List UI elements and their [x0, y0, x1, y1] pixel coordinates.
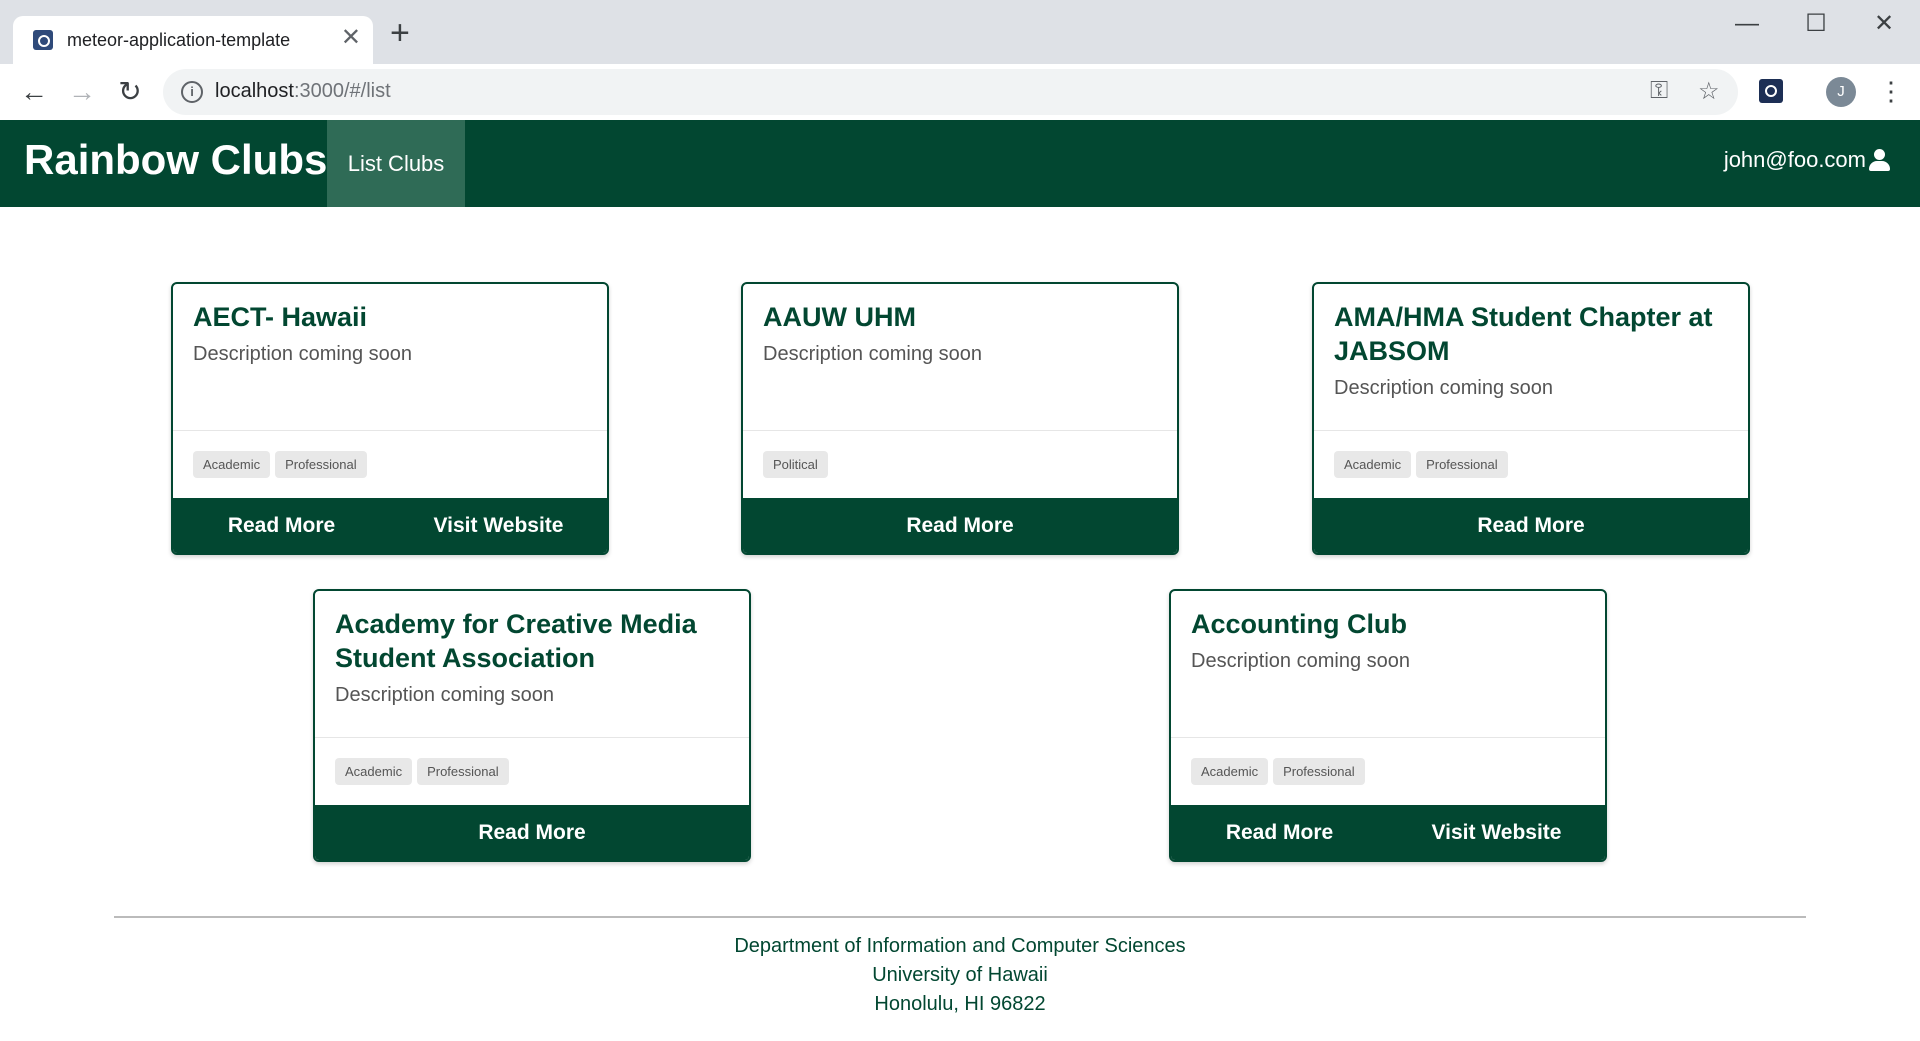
bookmark-star-icon[interactable]: ☆: [1698, 77, 1720, 106]
card-title: AAUW UHM: [763, 302, 916, 332]
visit-website-button[interactable]: Visit Website: [1388, 805, 1605, 860]
card-body: Accounting Club Description coming soon: [1171, 591, 1605, 737]
visit-website-button[interactable]: Visit Website: [390, 498, 607, 553]
card-body: Academy for Creative Media Student Assoc…: [315, 591, 749, 737]
new-tab-button[interactable]: +: [390, 16, 410, 50]
card-button-bar: Read More: [315, 805, 749, 860]
reload-icon[interactable]: ↻: [113, 76, 147, 110]
tag-label: Academic: [1334, 451, 1412, 478]
card-tags: Academic Professional: [315, 737, 749, 807]
tag-label: Professional: [275, 451, 367, 478]
browser-toolbar: ← → ↻ i localhost:3000/#/list ⚿ ☆ J ⋮: [0, 64, 1920, 120]
card-description: Description coming soon: [1191, 650, 1410, 672]
user-icon: [1868, 149, 1890, 171]
card-title: Academy for Creative Media Student Assoc…: [335, 609, 697, 673]
tag-label: Professional: [1416, 451, 1508, 478]
footer-divider: [114, 916, 1806, 918]
footer-university: University of Hawaii: [872, 964, 1048, 986]
tag-label: Professional: [1273, 758, 1365, 785]
club-card: AMA/HMA Student Chapter at JABSOM Descri…: [1312, 282, 1750, 555]
tag-label: Political: [763, 451, 828, 478]
card-button-bar: Read More: [1314, 498, 1748, 553]
browser-menu-icon[interactable]: ⋮: [1878, 74, 1904, 108]
back-arrow-icon[interactable]: ←: [17, 76, 51, 110]
club-card: AECT- Hawaii Description coming soon Aca…: [171, 282, 609, 555]
footer-department: Department of Information and Computer S…: [734, 935, 1186, 957]
nav-list-clubs[interactable]: List Clubs: [327, 120, 465, 207]
user-menu[interactable]: john@foo.com: [1724, 147, 1890, 173]
card-button-bar: Read More Visit Website: [173, 498, 607, 553]
card-body: AECT- Hawaii Description coming soon: [173, 284, 607, 430]
url-path: :3000/#/list: [293, 80, 391, 102]
browser-tab[interactable]: meteor-application-template ✕: [13, 16, 373, 64]
forward-arrow-icon[interactable]: →: [65, 76, 99, 110]
tag-label: Academic: [1191, 758, 1269, 785]
card-title: AECT- Hawaii: [193, 302, 368, 332]
meteor-extension-icon[interactable]: [1759, 79, 1783, 103]
card-description: Description coming soon: [763, 343, 982, 365]
address-bar[interactable]: i localhost:3000/#/list ⚿ ☆: [163, 69, 1738, 115]
card-button-bar: Read More Visit Website: [1171, 805, 1605, 860]
tag-label: Professional: [417, 758, 509, 785]
card-button-bar: Read More: [743, 498, 1177, 553]
maximize-icon[interactable]: ☐: [1796, 6, 1836, 42]
footer-address: Honolulu, HI 96822: [874, 993, 1046, 1015]
app-navbar: Rainbow Clubs List Clubs john@foo.com: [0, 120, 1920, 207]
browser-tabstrip: meteor-application-template ✕ + — ☐ ✕: [0, 0, 1920, 64]
card-description: Description coming soon: [1334, 377, 1553, 399]
card-description: Description coming soon: [335, 684, 554, 706]
minimize-icon[interactable]: —: [1727, 6, 1767, 42]
user-email: john@foo.com: [1723, 147, 1866, 172]
read-more-button[interactable]: Read More: [1314, 498, 1748, 553]
url-host: localhost: [215, 80, 294, 102]
tag-label: Academic: [335, 758, 413, 785]
read-more-button[interactable]: Read More: [315, 805, 749, 860]
key-icon[interactable]: ⚿: [1650, 77, 1668, 105]
tag-label: Academic: [193, 451, 271, 478]
close-tab-icon[interactable]: ✕: [341, 26, 361, 50]
card-tags: Academic Professional: [1314, 430, 1748, 500]
site-info-icon[interactable]: i: [181, 81, 203, 103]
club-card: Academy for Creative Media Student Assoc…: [313, 589, 751, 862]
card-body: AMA/HMA Student Chapter at JABSOM Descri…: [1314, 284, 1748, 430]
read-more-button[interactable]: Read More: [743, 498, 1177, 553]
club-card: AAUW UHM Description coming soon Politic…: [741, 282, 1179, 555]
read-more-button[interactable]: Read More: [1171, 805, 1388, 860]
card-title: Accounting Club: [1191, 609, 1407, 639]
footer: Department of Information and Computer S…: [0, 932, 1920, 1019]
window-close-icon[interactable]: ✕: [1864, 6, 1904, 42]
card-title: AMA/HMA Student Chapter at JABSOM: [1334, 302, 1713, 366]
read-more-button[interactable]: Read More: [173, 498, 390, 553]
club-card: Accounting Club Description coming soon …: [1169, 589, 1607, 862]
card-tags: Political: [743, 430, 1177, 500]
card-body: AAUW UHM Description coming soon: [743, 284, 1177, 430]
card-tags: Academic Professional: [173, 430, 607, 500]
card-description: Description coming soon: [193, 343, 412, 365]
profile-avatar[interactable]: J: [1826, 77, 1856, 107]
tab-title: meteor-application-template: [67, 30, 291, 50]
card-tags: Academic Professional: [1171, 737, 1605, 807]
brand-logo[interactable]: Rainbow Clubs: [24, 136, 327, 184]
meteor-favicon-icon: [33, 30, 53, 50]
url-text[interactable]: localhost:3000/#/list: [215, 80, 391, 103]
